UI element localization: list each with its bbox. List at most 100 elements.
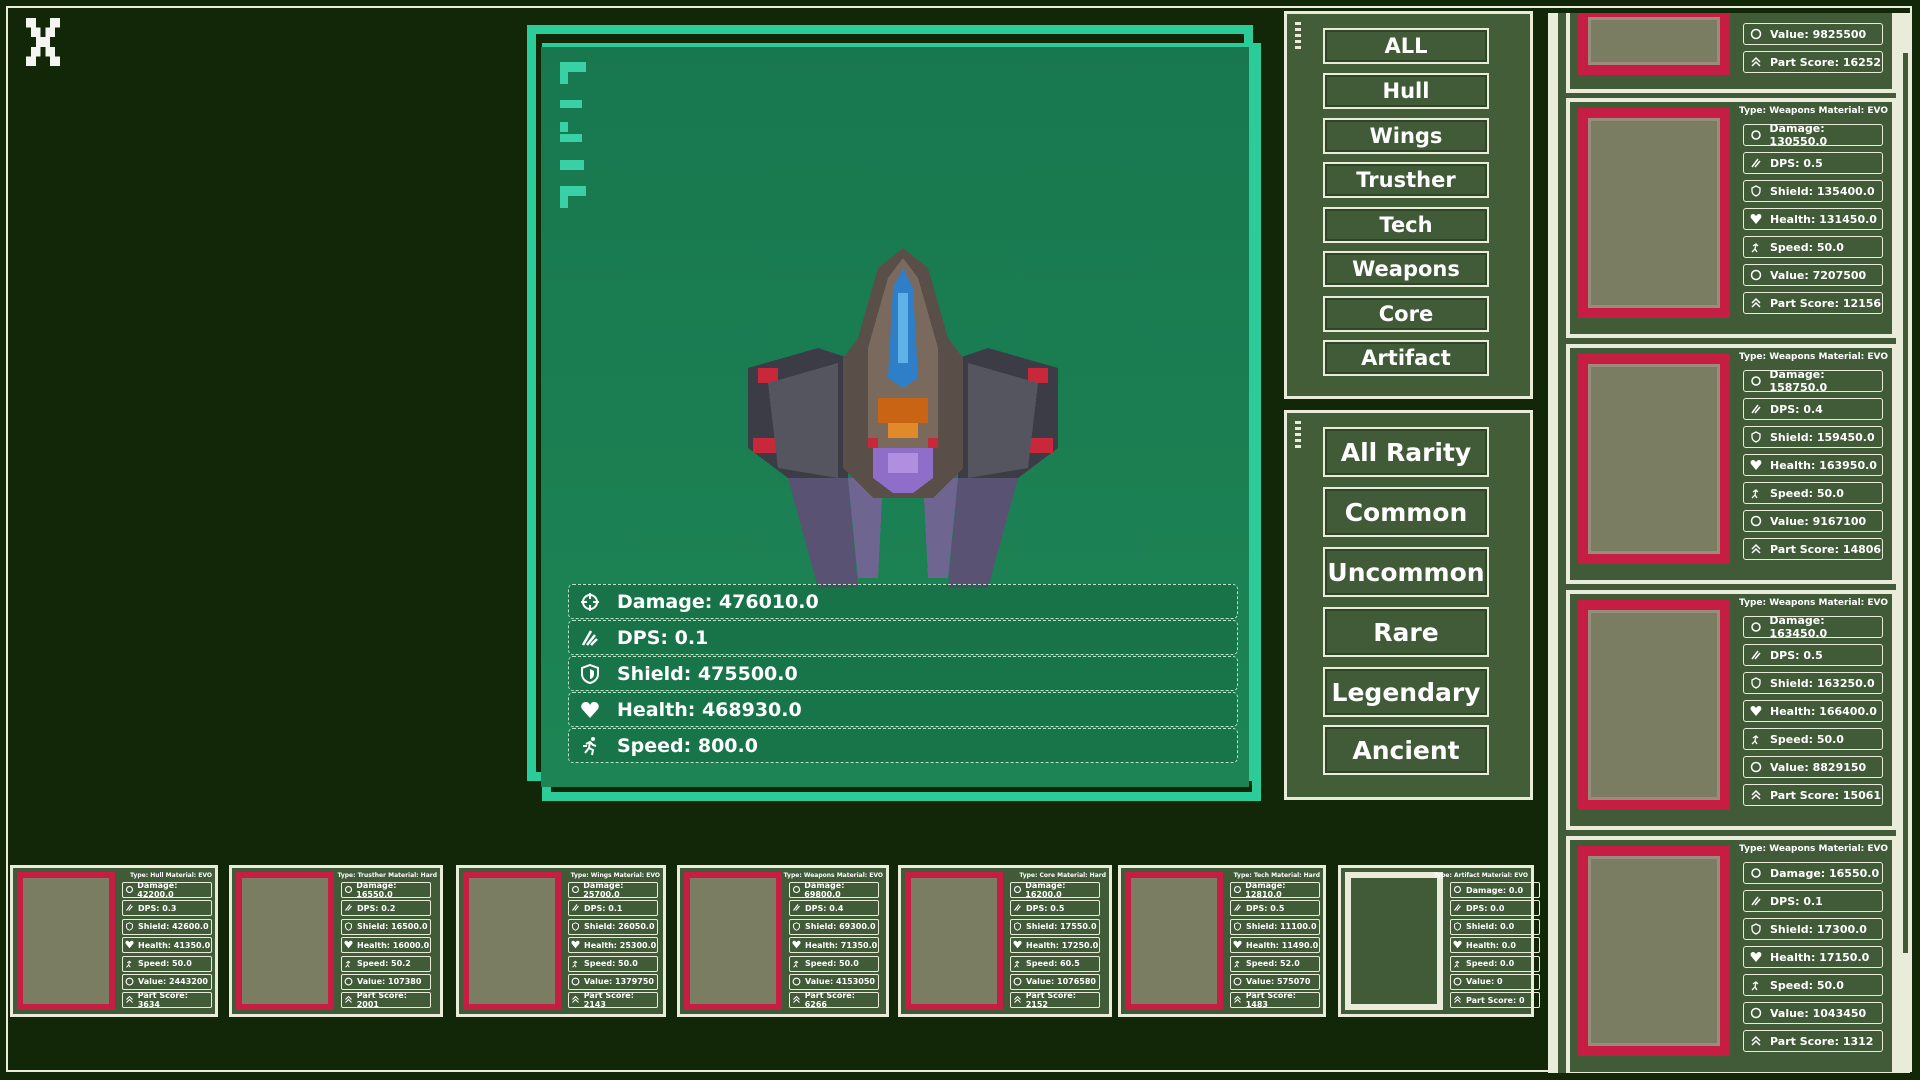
part-stat: Health: 163950.0 <box>1743 454 1883 476</box>
part-stats: Damage: 130550.0 DPS: 0.5 Shield: 135400… <box>1743 122 1883 320</box>
equipped-slot[interactable]: Type: Core Material: Hard Damage: 16200.… <box>898 865 1112 1017</box>
part-stats: Damage: 16550.0 DPS: 0.1 Shield: 17300.0… <box>1743 862 1883 1058</box>
preview-tick <box>560 100 582 108</box>
filter-rare-button[interactable]: Rare <box>1323 607 1489 657</box>
target-icon <box>577 589 603 615</box>
part-thumbnail <box>1578 13 1730 75</box>
equipped-stat: DPS: 0.5 <box>1230 900 1320 917</box>
slash-icon <box>1453 903 1463 913</box>
equipped-slot[interactable]: Type: Wings Material: EVO Damage: 25700.… <box>456 865 666 1017</box>
part-card[interactable]: Value: 9825500 Part Score: 16252 <box>1566 13 1896 93</box>
run-icon <box>792 959 802 969</box>
part-stat: Health: 131450.0 <box>1743 208 1883 230</box>
run-icon <box>125 959 135 969</box>
target-icon <box>1748 865 1764 881</box>
part-stat: Value: 1043450 <box>1743 1002 1883 1024</box>
heart-icon <box>1748 457 1764 473</box>
coin-icon <box>344 977 354 987</box>
equipped-stat: Speed: 50.0 <box>568 955 658 972</box>
part-stat: Damage: 158750.0 <box>1743 368 1883 394</box>
part-stat: Speed: 50.0 <box>1743 974 1883 996</box>
filter-uncommon-button[interactable]: Uncommon <box>1323 547 1489 597</box>
equipped-stat: Part Score: 2143 <box>568 991 658 1009</box>
filter-ancient-button[interactable]: Ancient <box>1323 725 1489 775</box>
part-thumbnail <box>1578 354 1730 564</box>
part-stat: Value: 9167100 <box>1743 510 1883 532</box>
equipped-stat: DPS: 0.0 <box>1450 900 1540 917</box>
shield-icon <box>577 661 603 687</box>
filter-trusther-button[interactable]: Trusther <box>1323 162 1489 198</box>
filter-legendary-button[interactable]: Legendary <box>1323 667 1489 717</box>
preview-tick <box>560 196 568 208</box>
stat-shield-label: Shield: 475500.0 <box>617 662 798 685</box>
shield-icon <box>1748 921 1764 937</box>
equipped-slot[interactable]: Type: Artifact Material: EVO Damage: 0.0… <box>1338 865 1540 1017</box>
filter-all-button[interactable]: ALL <box>1323 28 1489 64</box>
preview-tick <box>560 122 568 132</box>
part-type-label: Type: Weapons Material: EVO <box>1739 844 1888 854</box>
part-card[interactable]: Type: Weapons Material: EVO Damage: 1305… <box>1566 98 1896 338</box>
part-card[interactable]: Type: Weapons Material: EVO Damage: 1634… <box>1566 590 1896 830</box>
equipped-stat: Part Score: 6266 <box>789 991 879 1009</box>
slash-icon <box>571 903 581 913</box>
shield-icon <box>344 921 354 932</box>
equipped-type-label: Type: Wings Material: EVO <box>570 872 660 879</box>
run-icon <box>1233 959 1243 969</box>
parts-list-scrollbar[interactable] <box>1903 53 1908 953</box>
part-stat: Part Score: 15061 <box>1743 784 1883 806</box>
equipped-stat: Value: 1379750 <box>568 973 658 990</box>
filter-wings-button[interactable]: Wings <box>1323 118 1489 154</box>
equipped-slot[interactable]: Type: Hull Material: EVO Damage: 42200.0… <box>10 865 218 1017</box>
part-type-label: Type: Weapons Material: EVO <box>1739 352 1888 362</box>
filter-weapons-button[interactable]: Weapons <box>1323 251 1489 287</box>
run-icon <box>1013 959 1023 969</box>
parts-list[interactable]: Value: 9825500 Part Score: 16252 Type: W… <box>1548 13 1910 1073</box>
equipped-stat: Health: 16000.0 <box>341 937 431 954</box>
equipped-type-label: Type: Hull Material: EVO <box>130 872 212 879</box>
slash-icon <box>125 903 135 913</box>
equipped-stat: Speed: 52.0 <box>1230 955 1320 972</box>
filter-hull-button[interactable]: Hull <box>1323 73 1489 109</box>
part-stat: Value: 7207500 <box>1743 264 1883 286</box>
equipped-stats: Damage: 69800.0 DPS: 0.4 Shield: 69300.0 He… <box>789 881 879 1011</box>
coin-icon <box>571 977 581 987</box>
part-card[interactable]: Type: Weapons Material: EVO Damage: 1655… <box>1566 836 1896 1073</box>
part-stat: Part Score: 14806 <box>1743 538 1883 560</box>
equipped-stat: Speed: 50.0 <box>789 955 879 972</box>
filter-all-rarity-button[interactable]: All Rarity <box>1323 427 1489 477</box>
filter-artifact-button[interactable]: Artifact <box>1323 340 1489 376</box>
slash-icon <box>1748 893 1764 909</box>
equipped-stat: Shield: 69300.0 <box>789 918 879 935</box>
equipped-stat: DPS: 0.4 <box>789 900 879 917</box>
part-thumbnail <box>1578 600 1730 810</box>
part-stat: Health: 166400.0 <box>1743 700 1883 722</box>
part-card[interactable]: Type: Weapons Material: EVO Damage: 1587… <box>1566 344 1896 584</box>
ship-preview-image <box>748 248 1058 593</box>
target-icon <box>1748 373 1763 389</box>
equipped-stat: Speed: 60.5 <box>1010 955 1100 972</box>
equipped-slot[interactable]: Type: Trusther Material: Hard Damage: 16… <box>229 865 443 1017</box>
slash-icon <box>344 903 354 913</box>
close-icon[interactable] <box>26 18 60 66</box>
equipped-slot[interactable]: Type: Tech Material: Hard Damage: 12810.… <box>1118 865 1326 1017</box>
filter-tech-button[interactable]: Tech <box>1323 207 1489 243</box>
heart-icon <box>1748 211 1764 227</box>
filter-common-button[interactable]: Common <box>1323 487 1489 537</box>
equipped-type-label: Type: Tech Material: Hard <box>1233 872 1320 879</box>
chevrons-icon <box>1233 995 1243 1005</box>
equipped-stat: Speed: 50.0 <box>122 955 212 972</box>
equipped-slot[interactable]: Type: Weapons Material: EVO Damage: 6980… <box>677 865 889 1017</box>
part-stat: DPS: 0.4 <box>1743 398 1883 420</box>
equipped-stat: Damage: 42200.0 <box>122 881 212 899</box>
stat-shield: Shield: 475500.0 <box>568 656 1238 691</box>
run-icon <box>1453 959 1463 969</box>
equipped-thumbnail <box>1125 872 1223 1010</box>
shield-icon <box>571 921 581 932</box>
equipped-stat: Damage: 12810.0 <box>1230 881 1320 899</box>
stat-damage: Damage: 476010.0 <box>568 584 1238 619</box>
equipped-stat: Part Score: 2001 <box>341 991 431 1009</box>
filter-core-button[interactable]: Core <box>1323 296 1489 332</box>
coin-icon <box>1748 1005 1764 1021</box>
shield-icon <box>1748 183 1764 199</box>
heart-icon <box>792 940 802 950</box>
